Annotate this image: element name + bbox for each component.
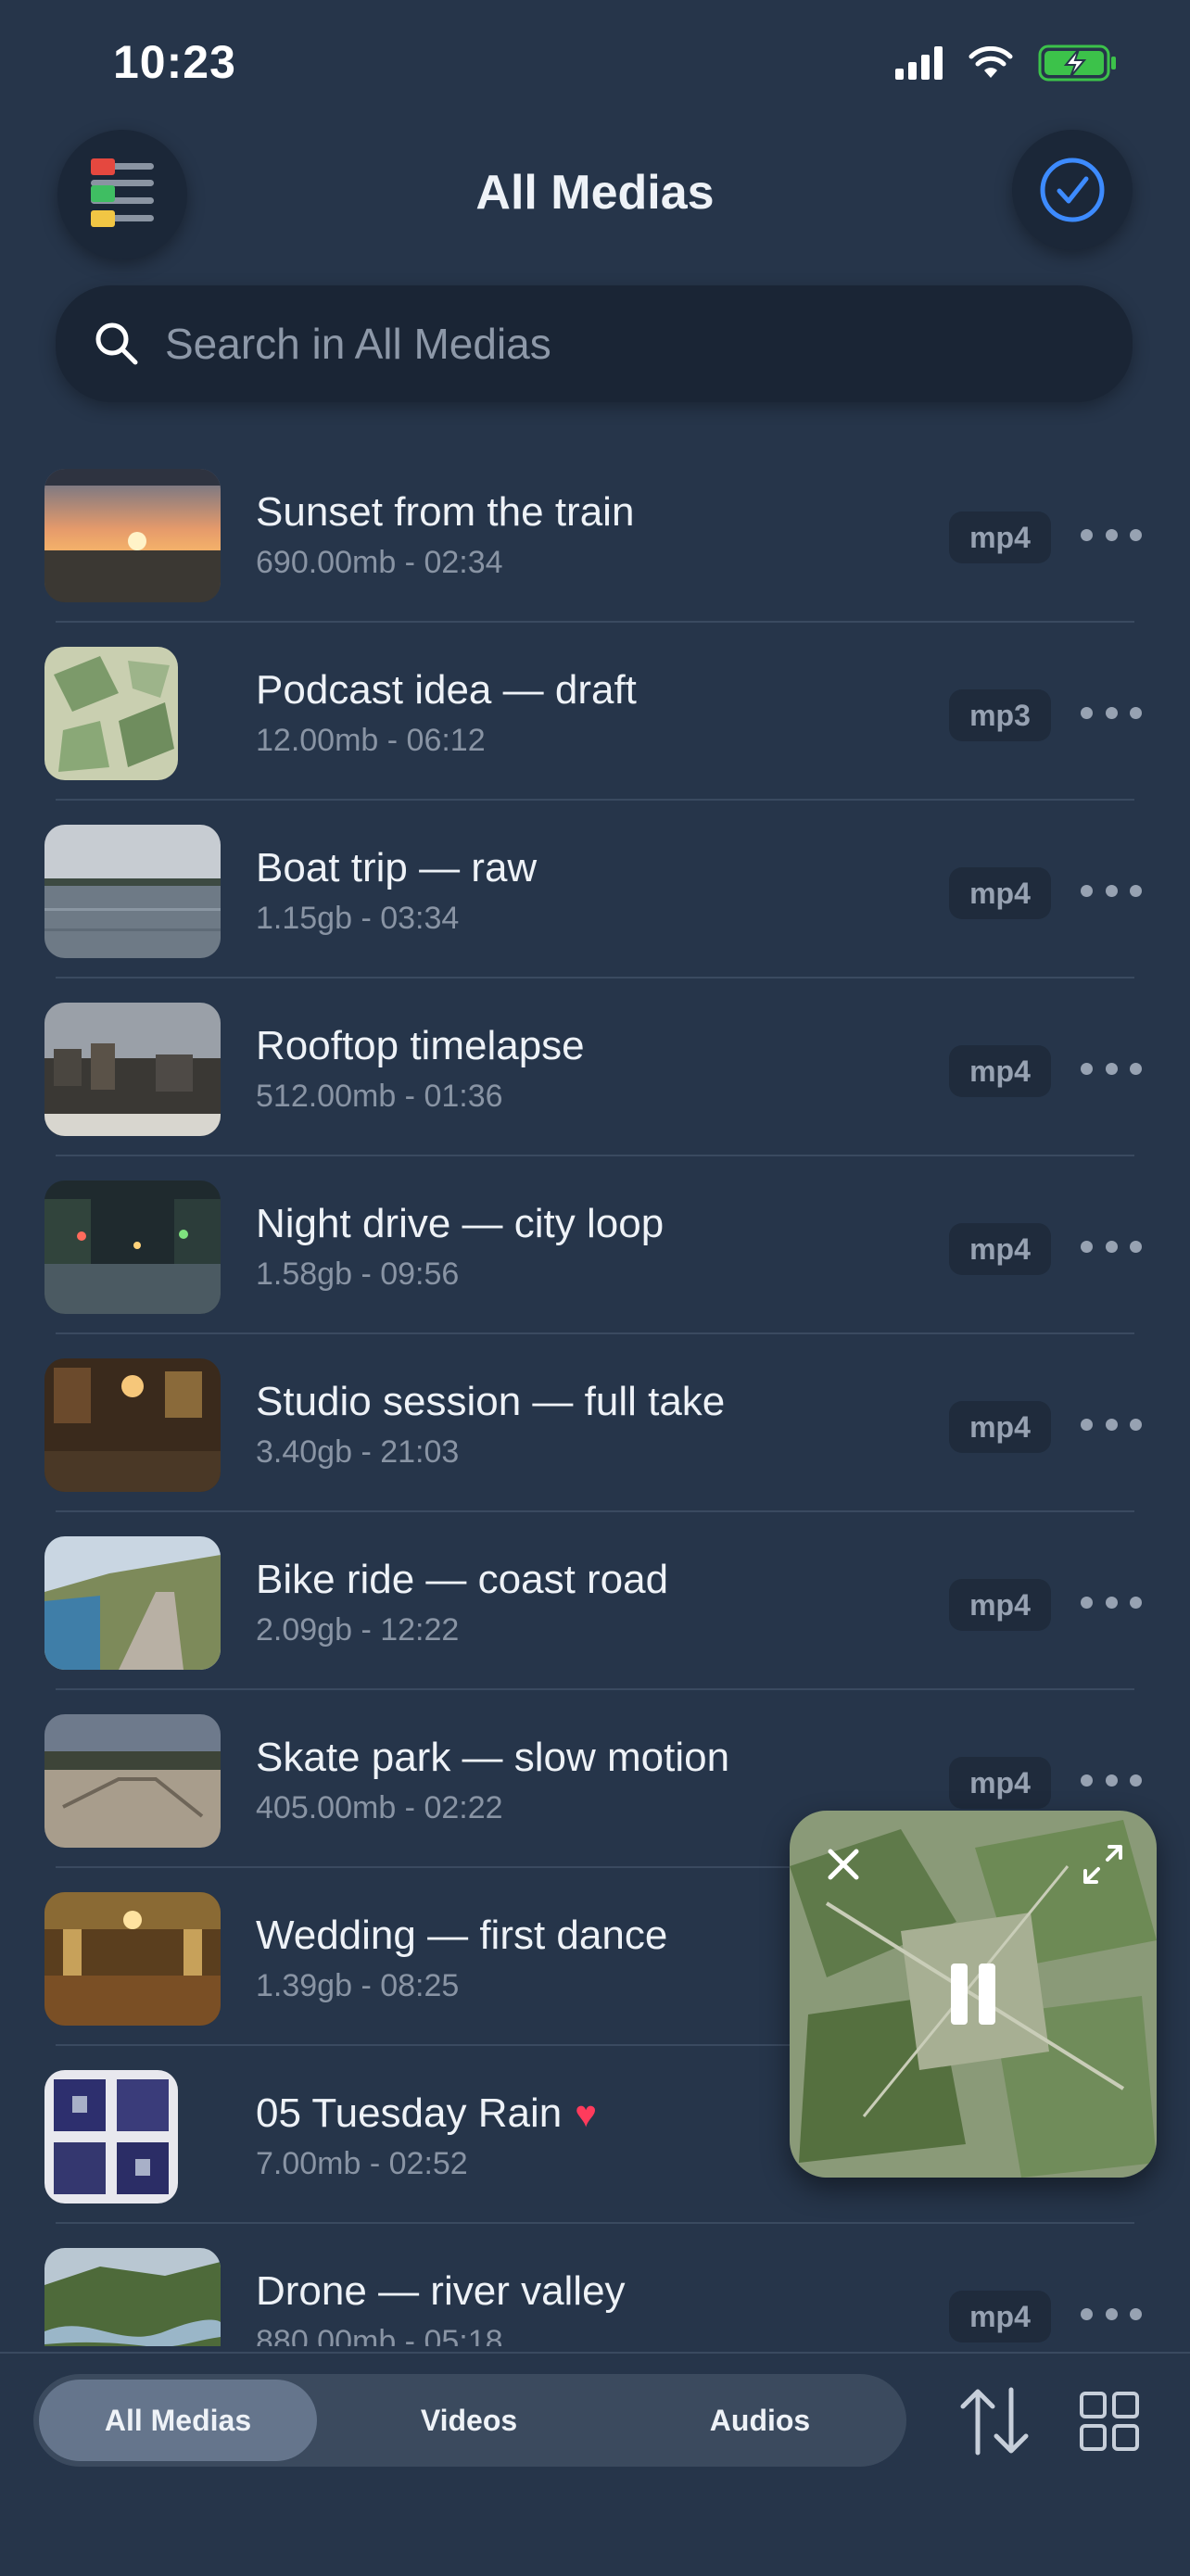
more-options-icon[interactable] [1081,699,1142,726]
format-badge: mp4 [949,1401,1051,1453]
media-row[interactable]: Podcast idea — draft 12.00mb - 06:12 mp3 [0,623,1190,801]
media-row[interactable]: Drone — river valley 880.00mb - 05:18 mp… [0,2224,1190,2346]
studio-room-thumbnail [44,1358,221,1492]
more-options-icon[interactable] [1081,521,1142,549]
album-art-thumbnail [44,2070,178,2203]
ballroom-thumbnail [44,1892,221,2026]
battery-charging-icon [1038,44,1116,82]
media-row[interactable]: Sunset from the train 690.00mb - 02:34 m… [0,445,1190,623]
media-meta: 3.40gb - 21:03 [256,1434,460,1470]
media-meta: 1.15gb - 03:34 [256,901,460,936]
media-meta: 7.00mb - 02:52 [256,2146,468,2181]
format-badge: mp4 [949,2291,1051,2342]
grid-view-icon[interactable] [1068,2380,1151,2463]
more-options-icon[interactable] [1081,1766,1142,1794]
media-row[interactable]: Studio session — full take 3.40gb - 21:0… [0,1334,1190,1512]
more-options-icon[interactable] [1081,1588,1142,1616]
tab-videos[interactable]: Videos [330,2380,608,2461]
media-title: Skate park — slow motion [256,1735,730,1780]
leaf-pattern-thumbnail [44,647,178,780]
status-icons [895,44,1118,82]
media-meta: 405.00mb - 02:22 [256,1790,503,1825]
more-options-icon[interactable] [1081,2300,1142,2328]
header: All Medias [0,130,1190,259]
media-meta: 512.00mb - 01:36 [256,1079,503,1114]
media-meta: 690.00mb - 02:34 [256,545,503,580]
river-valley-thumbnail [44,2248,221,2346]
mini-player[interactable] [790,1811,1157,2178]
checkmark-circle-icon [1040,158,1105,222]
status-bar: 10:23 [0,0,1190,130]
more-options-icon[interactable] [1081,1054,1142,1082]
media-row[interactable]: Bike ride — coast road 2.09gb - 12:22 mp… [0,1512,1190,1690]
city-rooftop-thumbnail [44,1003,221,1136]
media-title: Sunset from the train [256,489,635,535]
more-options-icon[interactable] [1081,1232,1142,1260]
media-title: 05 Tuesday Rain ♥ [256,2090,597,2137]
status-time: 10:23 [113,36,236,88]
media-title: Wedding — first dance [256,1913,668,1958]
skate-park-thumbnail [44,1714,221,1848]
media-title: Bike ride — coast road [256,1557,669,1602]
format-badge: mp3 [949,689,1051,741]
sunset-thumbnail [44,469,221,602]
media-title: Boat trip — raw [256,845,538,890]
media-title: Studio session — full take [256,1379,726,1424]
more-options-icon[interactable] [1081,877,1142,904]
coast-road-thumbnail [44,1536,221,1670]
media-row[interactable]: Boat trip — raw 1.15gb - 03:34 mp4 [0,801,1190,979]
media-title: Podcast idea — draft [256,667,637,713]
tab-all-medias[interactable]: All Medias [39,2380,317,2461]
media-row[interactable]: Rooftop timelapse 512.00mb - 01:36 mp4 [0,979,1190,1156]
media-title: Rooftop timelapse [256,1023,585,1068]
close-icon[interactable] [814,1835,873,1894]
media-meta: 12.00mb - 06:12 [256,723,486,758]
media-row[interactable]: Night drive — city loop 1.58gb - 09:56 m… [0,1156,1190,1334]
night-street-thumbnail [44,1181,221,1314]
select-button[interactable] [1012,130,1133,250]
media-type-segmented-control: All Medias Videos Audios [33,2374,906,2467]
search-bar[interactable]: Search in All Medias [56,285,1133,402]
media-meta: 2.09gb - 12:22 [256,1612,460,1648]
media-title-text: 05 Tuesday Rain [256,2090,563,2136]
format-badge: mp4 [949,1045,1051,1097]
favorite-heart-icon[interactable]: ♥ [575,2094,597,2135]
more-options-icon[interactable] [1081,1410,1142,1438]
bottom-bar: All Medias Videos Audios [0,2352,1190,2576]
wifi-icon [968,46,1013,78]
lake-thumbnail [44,825,221,958]
format-badge: mp4 [949,867,1051,919]
search-icon [95,322,138,365]
format-badge: mp4 [949,1223,1051,1275]
expand-icon[interactable] [1073,1835,1133,1894]
media-meta: 1.39gb - 08:25 [256,1968,460,2003]
format-badge: mp4 [949,511,1051,563]
cellular-signal-icon [895,46,943,80]
media-title: Night drive — city loop [256,1201,665,1246]
format-badge: mp4 [949,1757,1051,1809]
media-meta: 880.00mb - 05:18 [256,2324,503,2346]
media-title: Drone — river valley [256,2268,626,2314]
media-meta: 1.58gb - 09:56 [256,1256,460,1292]
pause-icon[interactable] [936,1957,1010,2031]
format-badge: mp4 [949,1579,1051,1631]
tab-audios[interactable]: Audios [621,2380,899,2461]
search-placeholder[interactable]: Search in All Medias [165,319,551,369]
sort-icon[interactable] [953,2380,1036,2463]
